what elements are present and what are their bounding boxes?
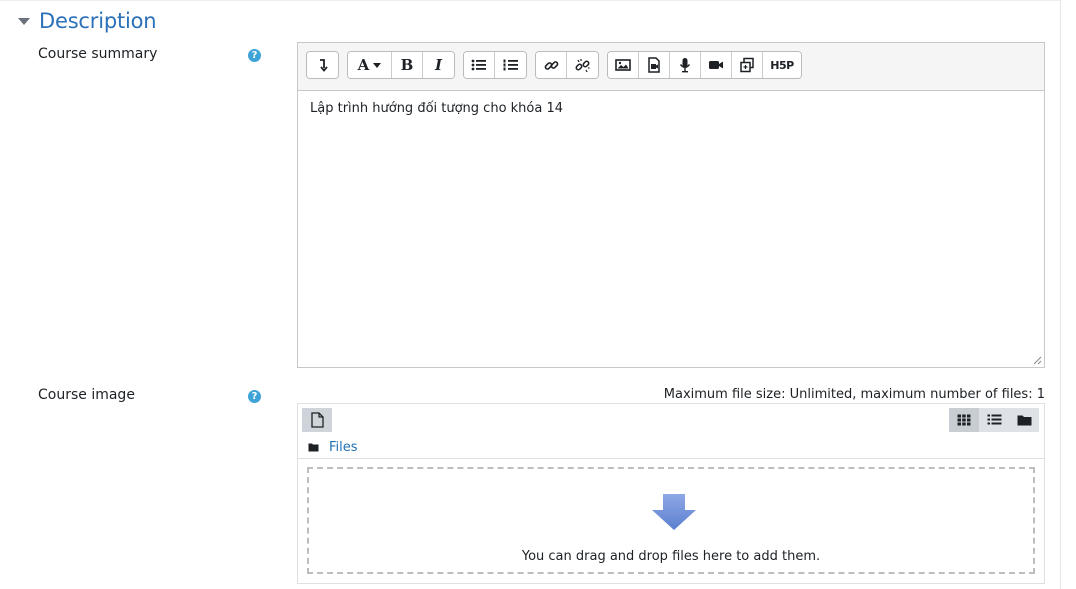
image-button[interactable] [608,52,639,78]
font-style-icon: A [357,56,370,74]
editor-toolbar: A B I H5P [306,51,802,79]
file-drop-zone[interactable]: You can drag and drop files here to add … [307,467,1035,574]
link-button[interactable] [536,52,567,78]
show-more-icon [319,59,328,72]
manage-files-button[interactable] [732,52,763,78]
toolbar-group-more [306,51,339,79]
toolbar-group-links [535,51,599,79]
add-file-button[interactable] [302,408,332,432]
video-camera-icon [709,61,723,69]
course-summary-text: Lập trình hướng đối tượng cho khóa 14 [310,101,564,116]
toolbar-group-media: H5P [607,51,802,79]
view-details-button[interactable] [979,408,1009,432]
record-audio-button[interactable] [670,52,701,78]
course-image-label: Course image [38,387,135,403]
italic-icon: I [434,56,443,74]
section-header-description[interactable]: Description [18,7,157,35]
resize-grip-icon[interactable] [1032,355,1042,365]
link-icon [544,60,558,70]
file-icon [310,412,324,428]
media-button[interactable] [639,52,670,78]
record-video-button[interactable] [701,52,732,78]
path-link-files[interactable]: Files [329,440,358,455]
list-icon [987,414,1001,425]
toolbar-group-style: A B I [347,51,455,79]
view-icons-button[interactable] [949,408,979,432]
chevron-down-icon [373,62,382,68]
folder-icon [308,443,319,452]
section-title: Description [39,9,157,33]
unlink-icon [575,58,590,72]
bold-icon: B [400,56,414,74]
question-circle-icon[interactable]: ? [248,390,261,403]
view-tree-button[interactable] [1009,408,1039,432]
font-style-button[interactable]: A [348,52,392,78]
italic-button[interactable]: I [423,52,454,78]
microphone-icon [679,58,691,73]
top-divider [0,0,1060,1]
media-file-icon [648,57,660,73]
ordered-list-icon [503,59,518,71]
question-circle-icon[interactable]: ? [248,49,261,62]
unlink-button[interactable] [567,52,598,78]
course-image-filemanager: Files You can drag and drop files here t… [297,403,1045,584]
arrow-down-icon [652,494,696,530]
toolbar-group-lists [463,51,527,79]
caret-down-icon[interactable] [18,18,30,25]
h5p-icon: H5P [770,58,794,72]
folder-icon [1017,415,1031,426]
course-summary-text-area[interactable]: Lập trình hướng đối tượng cho khóa 14 [298,90,1044,367]
h5p-button[interactable]: H5P [763,52,801,78]
filemanager-toolbar: Files [298,404,1044,459]
drop-zone-instruction: You can drag and drop files here to add … [521,549,821,564]
ordered-list-button[interactable] [495,52,526,78]
course-summary-label: Course summary [38,46,158,62]
course-summary-editor: A B I H5P Lập trình hướng đối tượng cho … [297,42,1045,368]
show-more-buttons[interactable] [307,52,338,78]
filemanager-path: Files [308,440,358,455]
view-switcher [949,408,1039,432]
grid-icon [957,414,971,426]
bold-button[interactable]: B [392,52,423,78]
image-icon [615,59,631,71]
page-right-border [1060,0,1061,589]
unordered-list-button[interactable] [464,52,495,78]
max-file-size-note: Maximum file size: Unlimited, maximum nu… [663,387,1045,402]
manage-files-icon [740,57,754,73]
unordered-list-icon [471,59,486,71]
